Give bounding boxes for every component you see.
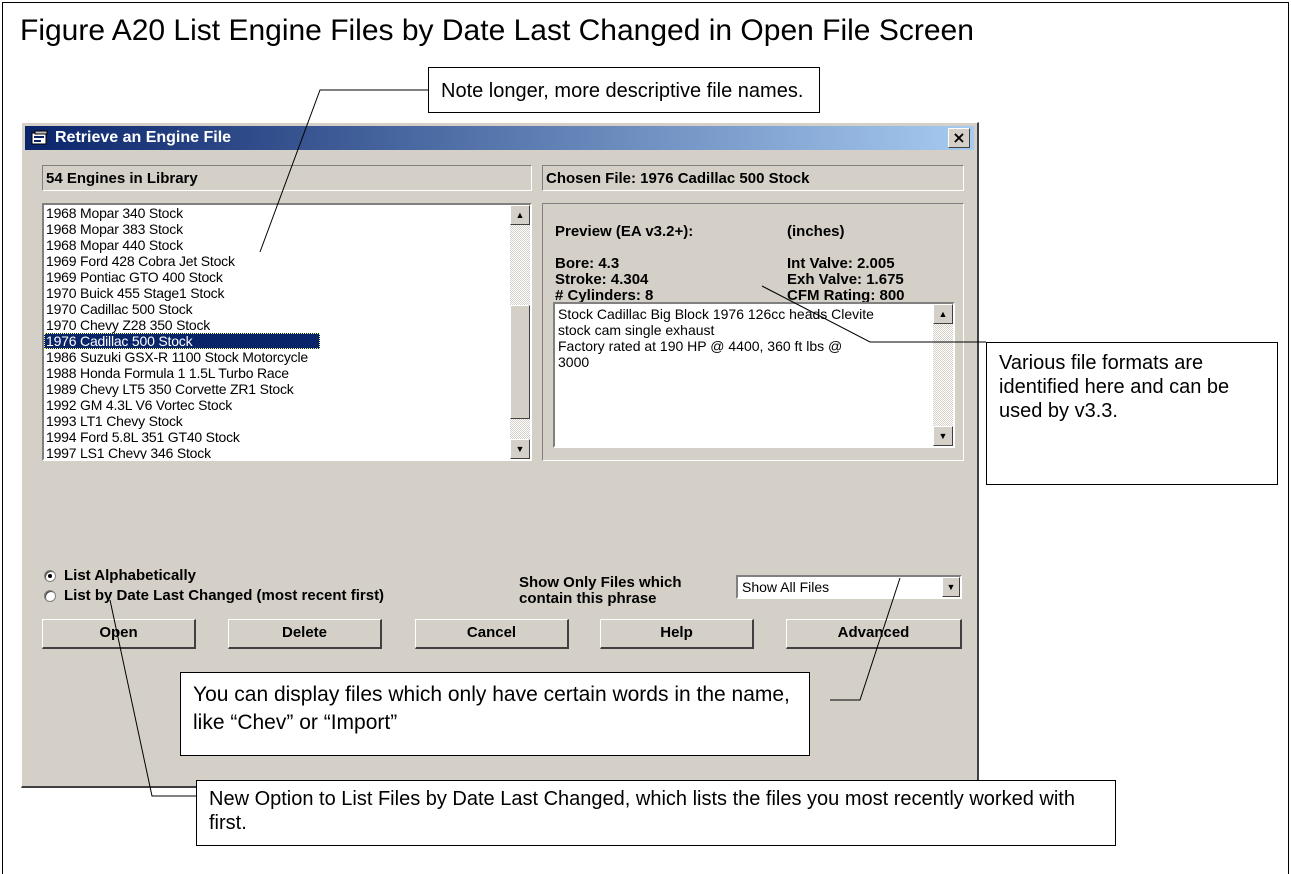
- notes-text: Stock Cadillac Big Block 1976 126cc head…: [558, 306, 874, 370]
- list-item[interactable]: 1970 Cadillac 500 Stock: [44, 301, 508, 317]
- advanced-button[interactable]: Advanced: [786, 619, 962, 649]
- list-item[interactable]: 1994 Ford 5.8L 351 GT40 Stock: [44, 429, 508, 445]
- list-item[interactable]: 1968 Mopar 440 Stock: [44, 237, 508, 253]
- list-item[interactable]: 1970 Chevy Z28 350 Stock: [44, 317, 508, 333]
- list-item[interactable]: 1988 Honda Formula 1 1.5L Turbo Race: [44, 365, 508, 381]
- title-bar[interactable]: Retrieve an Engine File ×: [25, 126, 974, 150]
- list-item[interactable]: 1993 LT1 Chevy Stock: [44, 413, 508, 429]
- cancel-button[interactable]: Cancel: [415, 619, 569, 649]
- list-item[interactable]: 1986 Suzuki GSX-R 1100 Stock Motorcycle: [44, 349, 508, 365]
- list-item[interactable]: 1969 Ford 428 Cobra Jet Stock: [44, 253, 508, 269]
- filter-value: Show All Files: [742, 579, 830, 595]
- preview-spec-line: Exh Valve: 1.675: [787, 271, 904, 288]
- preview-panel: Preview (EA v3.2+): (inches) Bore: 4.3 St…: [542, 203, 964, 461]
- list-item[interactable]: 1968 Mopar 340 Stock: [44, 205, 508, 221]
- radio-alpha-label: List Alphabetically: [64, 567, 196, 584]
- app-icon: [31, 130, 49, 146]
- list-item[interactable]: 1969 Pontiac GTO 400 Stock: [44, 269, 508, 285]
- vertical-scrollbar[interactable]: ▲ ▼: [510, 205, 530, 459]
- filter-combobox[interactable]: Show All Files ▼: [736, 575, 962, 599]
- callout-file-formats: Various file formats are identified here…: [986, 342, 1278, 485]
- close-button[interactable]: ×: [948, 128, 970, 148]
- chosen-file-label: Chosen File: 1976 Cadillac 500 Stock: [542, 165, 964, 191]
- close-icon: ×: [952, 128, 966, 147]
- radio-date-button[interactable]: [44, 589, 56, 602]
- radio-list-alphabetically[interactable]: List Alphabetically: [44, 567, 196, 584]
- radio-alpha-button[interactable]: [44, 569, 56, 582]
- window-title: Retrieve an Engine File: [55, 129, 232, 146]
- list-item[interactable]: 1976 Cadillac 500 Stock: [44, 333, 320, 349]
- callout-filter: You can display files which only have ce…: [180, 672, 810, 756]
- preview-spec-line: Int Valve: 2.005: [787, 255, 895, 272]
- list-item[interactable]: 1992 GM 4.3L V6 Vortec Stock: [44, 397, 508, 413]
- notes-scrollbar[interactable]: ▲ ▼: [933, 304, 953, 446]
- help-button[interactable]: Help: [600, 619, 754, 649]
- scroll-thumb[interactable]: [510, 305, 530, 419]
- scroll-up-button[interactable]: ▲: [510, 205, 530, 225]
- library-count-label: 54 Engines in Library: [42, 165, 532, 191]
- delete-button[interactable]: Delete: [228, 619, 382, 649]
- open-button[interactable]: Open: [42, 619, 196, 649]
- list-items: 1968 Mopar 340 Stock 1968 Mopar 383 Stock…: [44, 205, 508, 459]
- list-item[interactable]: 1970 Buick 455 Stage1 Stock: [44, 285, 508, 301]
- list-item[interactable]: 1968 Mopar 383 Stock: [44, 221, 508, 237]
- scroll-down-button[interactable]: ▼: [510, 439, 530, 459]
- preview-header: Preview (EA v3.2+):: [555, 223, 694, 240]
- preview-units: (inches): [787, 223, 845, 240]
- notes-scroll-up-button[interactable]: ▲: [933, 304, 953, 324]
- engine-file-list[interactable]: 1968 Mopar 340 Stock 1968 Mopar 383 Stock…: [42, 203, 532, 461]
- notes-scroll-down-button[interactable]: ▼: [933, 426, 953, 446]
- preview-spec-line: Bore: 4.3: [555, 255, 620, 272]
- radio-list-by-date[interactable]: List by Date Last Changed (most recent f…: [44, 587, 384, 604]
- filter-label-line2: contain this phrase: [519, 590, 657, 607]
- preview-spec-line: Stroke: 4.304: [555, 271, 649, 288]
- notes-textarea[interactable]: Stock Cadillac Big Block 1976 126cc head…: [553, 302, 955, 448]
- callout-descriptive-names: Note longer, more descriptive file names…: [428, 67, 820, 113]
- figure-title: Figure A20 List Engine Files by Date Las…: [20, 14, 974, 47]
- list-item[interactable]: 1997 LS1 Chevy 346 Stock: [44, 445, 508, 459]
- list-item[interactable]: 1989 Chevy LT5 350 Corvette ZR1 Stock: [44, 381, 508, 397]
- callout-date-option: New Option to List Files by Date Last Ch…: [196, 780, 1116, 846]
- radio-date-label: List by Date Last Changed (most recent f…: [64, 587, 385, 604]
- filter-label-line1: Show Only Files which: [519, 574, 682, 591]
- chevron-down-icon[interactable]: ▼: [942, 577, 960, 597]
